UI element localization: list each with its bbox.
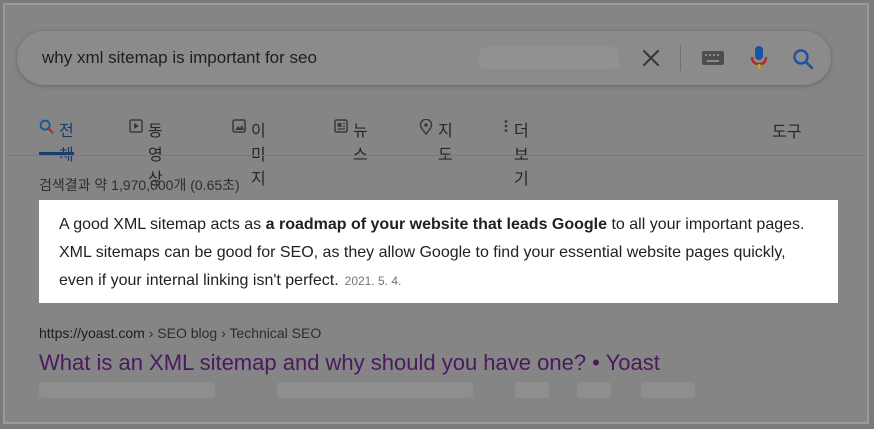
news-icon xyxy=(334,119,348,133)
result-title-link[interactable]: What is an XML sitemap and why should yo… xyxy=(39,350,660,376)
tools-button[interactable]: 도구 xyxy=(772,118,801,142)
video-icon xyxy=(129,119,143,133)
search-bar xyxy=(17,31,831,85)
close-icon xyxy=(642,49,660,67)
tab-news[interactable]: 뉴스 xyxy=(334,117,368,164)
more-vert-icon xyxy=(503,119,509,133)
microphone-icon xyxy=(750,46,768,69)
tab-all[interactable]: 전체 xyxy=(39,117,74,164)
search-divider xyxy=(680,45,681,71)
featured-snippet: A good XML sitemap acts as a roadmap of … xyxy=(39,200,838,303)
result-stats: 검색결과 약 1,970,000개 (0.65초) xyxy=(39,177,240,193)
redacted-text xyxy=(641,382,695,398)
redacted-area xyxy=(479,47,619,69)
tab-label: 더보기 xyxy=(514,123,529,188)
tabs-divider xyxy=(5,155,867,156)
tab-maps[interactable]: 지도 xyxy=(419,117,453,164)
breadcrumb: https://yoast.com › SEO blog › Technical… xyxy=(39,325,321,341)
tab-label: 이미지 xyxy=(251,123,266,188)
breadcrumb-item: Technical SEO xyxy=(229,325,322,341)
search-icon xyxy=(793,49,814,70)
tab-label: 지도 xyxy=(438,123,453,164)
tab-label: 뉴스 xyxy=(353,123,368,164)
redacted-text xyxy=(577,382,611,398)
keyboard-icon xyxy=(702,51,724,65)
redacted-text xyxy=(515,382,549,398)
breadcrumb-separator: › xyxy=(221,325,226,341)
voice-search-button[interactable] xyxy=(747,44,771,72)
snippet-highlight: a roadmap of your website that leads Goo… xyxy=(265,216,608,233)
search-input[interactable] xyxy=(42,31,452,85)
image-icon xyxy=(232,119,246,133)
keyboard-button[interactable] xyxy=(700,46,726,70)
breadcrumb-item: SEO blog xyxy=(157,325,218,341)
tab-label: 전체 xyxy=(59,123,74,164)
search-icon xyxy=(39,119,54,134)
snippet-text: A good XML sitemap acts as a roadmap of … xyxy=(59,216,805,289)
screenshot-frame: 전체 동영상 이미지 뉴스 지도 xyxy=(3,3,869,424)
tab-images[interactable]: 이미지 xyxy=(232,117,266,188)
result-domain: https://yoast.com xyxy=(39,325,145,341)
search-submit-button[interactable] xyxy=(789,45,817,73)
breadcrumb-separator: › xyxy=(148,325,154,341)
snippet-date: 2021. 5. 4. xyxy=(344,274,402,288)
redacted-text xyxy=(277,382,473,398)
tab-more[interactable]: 더보기 xyxy=(503,117,529,188)
tab-videos[interactable]: 동영상 xyxy=(129,117,163,188)
map-pin-icon xyxy=(419,119,433,135)
redacted-text xyxy=(39,382,215,398)
clear-button[interactable] xyxy=(637,44,665,72)
